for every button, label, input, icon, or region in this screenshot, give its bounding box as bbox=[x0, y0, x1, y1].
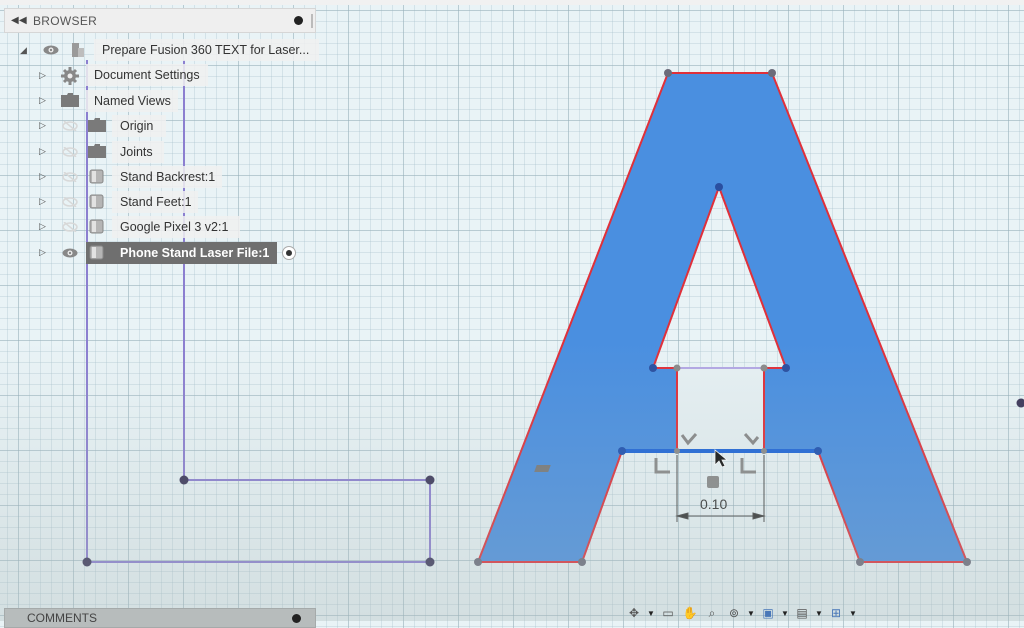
add-comment-icon[interactable] bbox=[292, 614, 301, 623]
browser-item-label[interactable]: Named Views bbox=[86, 90, 178, 112]
browser-item-label[interactable]: Document Settings bbox=[86, 64, 208, 86]
viewports-icon[interactable]: ⊞ bbox=[827, 606, 845, 620]
sketch-point[interactable] bbox=[578, 558, 586, 566]
sketch-point[interactable] bbox=[674, 365, 681, 372]
orbit-icon[interactable]: ✥ bbox=[625, 606, 643, 620]
collapse-panel-icon[interactable]: ◀◀ bbox=[9, 15, 29, 26]
sketch-point[interactable] bbox=[180, 476, 189, 485]
browser-item-label-selected[interactable]: Phone Stand Laser File:1 bbox=[86, 242, 277, 264]
zoom-icon[interactable]: ⌕ bbox=[703, 606, 721, 620]
browser-item-label[interactable]: Stand Feet:1 bbox=[112, 191, 198, 213]
visibility-hidden-icon[interactable] bbox=[62, 197, 78, 207]
visibility-hidden-icon[interactable] bbox=[62, 222, 78, 232]
expand-triangle-icon[interactable]: ▷ bbox=[39, 146, 46, 157]
visibility-hidden-icon[interactable] bbox=[62, 121, 78, 131]
navigation-toolbar: ✥ ▼ ▭ ✋ ⌕ ⊚ ▼ ▣ ▼ ▤ ▼ ⊞ ▼ bbox=[625, 605, 857, 621]
component-icon bbox=[89, 193, 105, 209]
grid-snaps-dropdown-caret[interactable]: ▼ bbox=[815, 609, 823, 618]
sketch-point[interactable] bbox=[715, 183, 723, 191]
folder-icon bbox=[88, 118, 106, 132]
viewports-dropdown-caret[interactable]: ▼ bbox=[849, 609, 857, 618]
component-icon bbox=[89, 218, 105, 234]
expand-triangle-icon[interactable]: ▷ bbox=[39, 171, 46, 182]
fit-dropdown-caret[interactable]: ▼ bbox=[747, 609, 755, 618]
browser-root-label[interactable]: Prepare Fusion 360 TEXT for Laser... bbox=[94, 39, 319, 61]
display-settings-icon[interactable]: ▣ bbox=[759, 606, 777, 620]
sketch-point[interactable] bbox=[474, 558, 482, 566]
look-at-icon[interactable]: ▭ bbox=[659, 606, 677, 620]
activate-component-radio[interactable] bbox=[282, 246, 296, 260]
fit-icon[interactable]: ⊚ bbox=[725, 606, 743, 620]
component-icon bbox=[89, 168, 105, 184]
browser-item-label[interactable]: Google Pixel 3 v2:1 bbox=[112, 216, 240, 238]
visibility-eye-icon[interactable] bbox=[43, 45, 59, 55]
grid-snaps-icon[interactable]: ▤ bbox=[793, 606, 811, 620]
display-settings-dropdown-caret[interactable]: ▼ bbox=[781, 609, 789, 618]
document-icon bbox=[70, 42, 86, 58]
pan-icon[interactable]: ✋ bbox=[681, 606, 699, 620]
sketch-point[interactable] bbox=[649, 364, 657, 372]
sketch-point[interactable] bbox=[768, 69, 776, 77]
sketch-point[interactable] bbox=[963, 558, 971, 566]
browser-item-label[interactable]: Joints bbox=[112, 141, 164, 163]
expand-triangle-icon[interactable]: ▷ bbox=[39, 196, 46, 207]
gear-icon bbox=[61, 67, 79, 85]
sketch-point[interactable] bbox=[674, 448, 680, 454]
sketch-point[interactable] bbox=[426, 558, 435, 567]
sketch-point[interactable] bbox=[664, 69, 672, 77]
dimension-value[interactable]: 0.10 bbox=[700, 496, 727, 512]
sketch-point[interactable] bbox=[782, 364, 790, 372]
browser-item-label[interactable]: Stand Backrest:1 bbox=[112, 166, 222, 188]
panel-options-icon[interactable] bbox=[294, 16, 303, 25]
expand-triangle-icon[interactable]: ▷ bbox=[39, 70, 46, 81]
letter-a-profile[interactable] bbox=[478, 73, 967, 562]
folder-icon bbox=[61, 93, 79, 107]
sketch-point[interactable] bbox=[1017, 399, 1024, 408]
expand-triangle-icon[interactable]: ▷ bbox=[39, 95, 46, 106]
expand-triangle-icon[interactable]: ▷ bbox=[39, 247, 46, 258]
comments-panel-header[interactable]: COMMENTS bbox=[4, 608, 316, 628]
coincident-icon bbox=[742, 458, 756, 472]
sketch-point[interactable] bbox=[761, 365, 768, 372]
sketch-point[interactable] bbox=[618, 447, 626, 455]
expand-triangle-icon[interactable]: ▷ bbox=[39, 221, 46, 232]
component-icon bbox=[89, 244, 105, 260]
sketch-point[interactable] bbox=[83, 558, 92, 567]
expand-triangle-icon[interactable]: ▷ bbox=[39, 120, 46, 131]
browser-item-label[interactable]: Origin bbox=[112, 115, 166, 137]
browser-panel-header[interactable]: ◀◀ BROWSER bbox=[4, 8, 316, 33]
folder-icon bbox=[88, 144, 106, 158]
coincident-icon bbox=[656, 458, 670, 472]
visibility-hidden-icon[interactable] bbox=[62, 172, 78, 182]
sketch-point[interactable] bbox=[856, 558, 864, 566]
sketch-point[interactable] bbox=[426, 476, 435, 485]
sketch-point[interactable] bbox=[761, 448, 767, 454]
comments-title: COMMENTS bbox=[27, 611, 97, 625]
browser-title: BROWSER bbox=[33, 14, 294, 28]
visibility-hidden-icon[interactable] bbox=[62, 147, 78, 157]
sketch-point[interactable] bbox=[814, 447, 822, 455]
collapse-triangle-icon[interactable]: ◢ bbox=[20, 45, 27, 56]
orbit-dropdown-caret[interactable]: ▼ bbox=[647, 609, 655, 618]
visibility-eye-icon[interactable] bbox=[62, 248, 78, 258]
panel-resize-handle[interactable] bbox=[311, 14, 313, 28]
